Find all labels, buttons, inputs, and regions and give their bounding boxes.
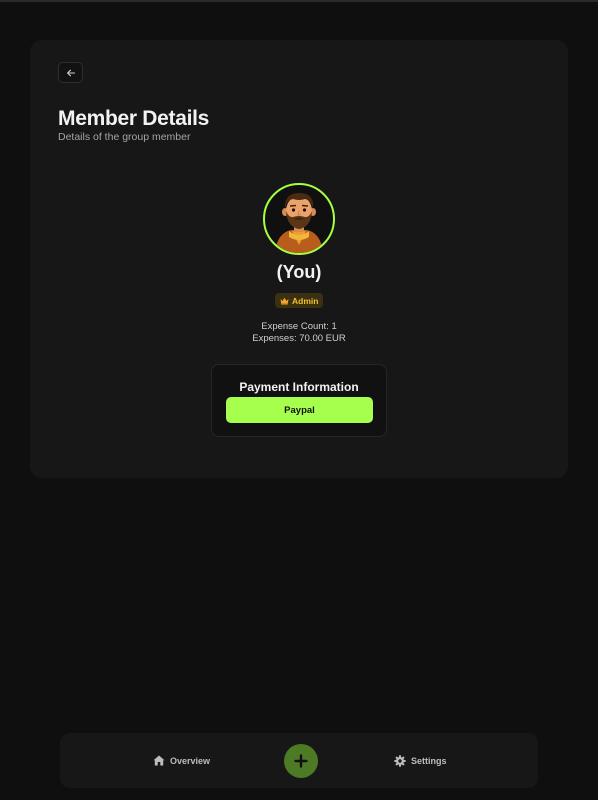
role-badge: Admin: [275, 293, 324, 308]
expenses-total: Expenses: 70.00 EUR: [252, 333, 346, 344]
page-subtitle: Details of the group member: [58, 131, 191, 143]
paypal-button[interactable]: Paypal: [226, 397, 373, 423]
plus-icon: [294, 754, 308, 768]
nav-settings[interactable]: Settings: [394, 733, 447, 788]
add-expense-button[interactable]: [284, 744, 318, 778]
crown-icon: [280, 297, 289, 305]
gear-icon: [394, 754, 406, 767]
bearded-man-avatar-icon: [275, 193, 323, 253]
bottom-nav: Overview Settings: [60, 733, 538, 788]
page-title: Member Details: [58, 107, 210, 130]
nav-overview-label: Overview: [170, 755, 211, 766]
nav-overview[interactable]: Overview: [153, 733, 210, 788]
role-label: Admin: [292, 295, 319, 306]
member-details-card: Member Details Details of the group memb…: [30, 40, 568, 478]
arrow-left-icon: [66, 69, 75, 76]
member-stats: Expense Count: 1 Expenses: 70.00 EUR: [30, 321, 568, 345]
home-icon: [153, 755, 165, 766]
member-name: (You): [276, 262, 322, 282]
back-button[interactable]: [58, 62, 83, 83]
avatar: [263, 183, 335, 255]
nav-settings-label: Settings: [411, 755, 447, 766]
window-top-border: [0, 0, 598, 2]
payment-info-title: Payment Information: [239, 380, 359, 394]
expense-count: Expense Count: 1: [261, 321, 337, 332]
payment-info-card: Payment Information Paypal: [211, 364, 387, 437]
